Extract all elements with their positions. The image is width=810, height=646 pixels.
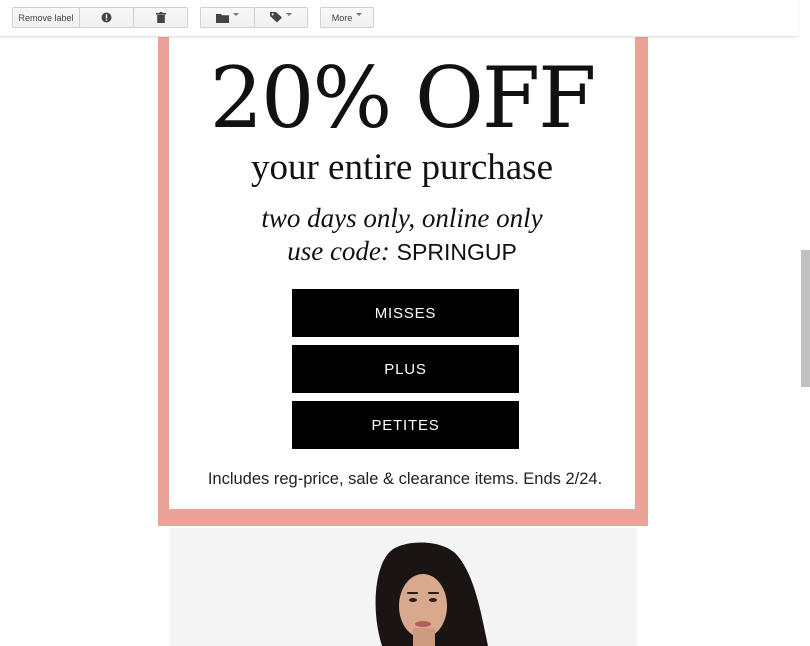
label-tag-icon (270, 12, 282, 23)
remove-label-text: Remove label (18, 12, 74, 23)
promo-fineprint: Includes reg-price, sale & clearance ite… (207, 470, 603, 488)
folder-icon (216, 13, 229, 23)
report-spam-icon (101, 12, 112, 23)
promo-headline: 20% OFF (209, 49, 597, 147)
misses-button[interactable]: MISSES (292, 289, 519, 337)
report-spam-button[interactable] (79, 7, 134, 28)
promo-code-prefix: use code: (287, 236, 390, 266)
plus-button[interactable]: PLUS (292, 345, 519, 393)
trash-icon (155, 12, 166, 23)
scrollbar-thumb[interactable] (801, 250, 810, 387)
delete-button[interactable] (133, 7, 188, 28)
email-toolbar: Remove label More (0, 0, 798, 37)
promo-code: SPRINGUP (396, 239, 517, 265)
promo-subhead: your entire purchase (250, 147, 554, 188)
chevron-down-icon (233, 13, 239, 16)
remove-label-button[interactable]: Remove label (12, 7, 80, 28)
labels-button[interactable] (254, 7, 308, 28)
move-to-button[interactable] (200, 7, 255, 28)
promo-timing: two days only, online only (261, 203, 543, 233)
more-button-label: More (331, 12, 353, 23)
model-photo[interactable] (170, 528, 637, 646)
model-photo-illustration (170, 528, 637, 646)
promo-code-line: use code: SPRINGUP (167, 235, 637, 268)
chevron-down-icon (286, 13, 292, 16)
petites-button[interactable]: PETITES (292, 401, 519, 449)
chevron-down-icon (356, 13, 363, 16)
more-button[interactable]: More (320, 7, 374, 28)
